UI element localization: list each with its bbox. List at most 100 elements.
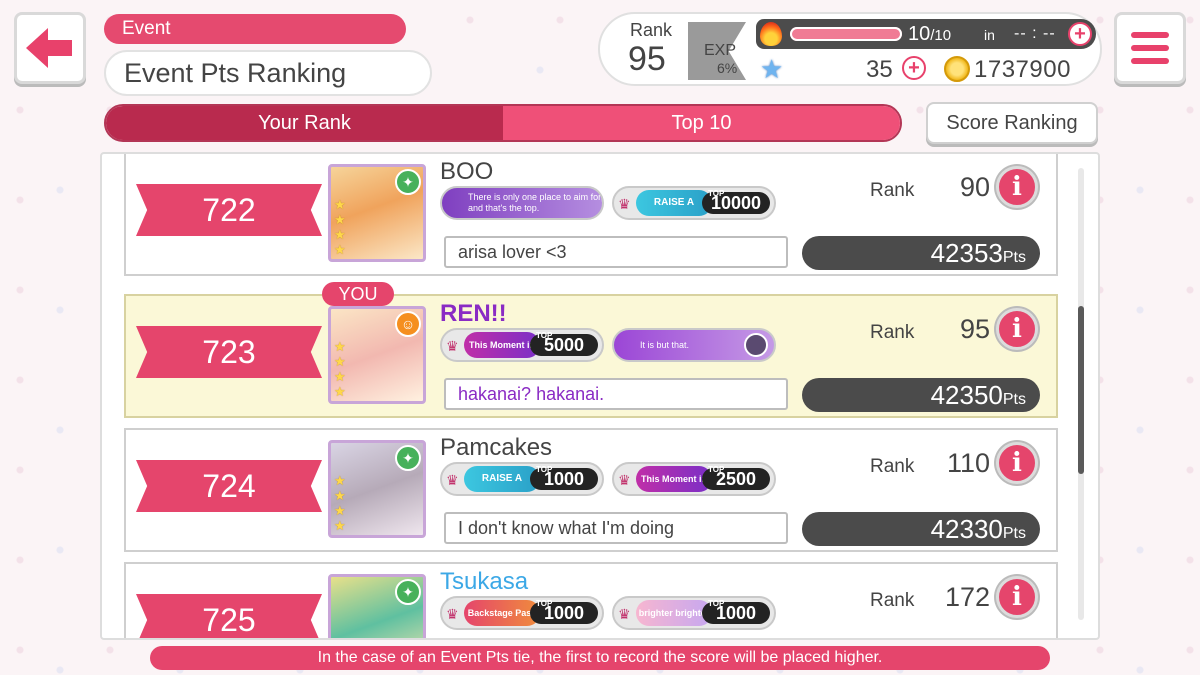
badge-banner: This Moment in My Heart (636, 466, 712, 492)
badge-top-label: TOP (708, 465, 725, 474)
star-count: 35 (866, 56, 893, 83)
stamina-count: 10/10 (908, 23, 951, 46)
coin-icon (944, 56, 970, 82)
stamina-fill (790, 27, 902, 41)
info-icon[interactable]: i (996, 442, 1038, 484)
place-ribbon: 723 (136, 326, 322, 378)
attribute-icon: ☺ (395, 311, 421, 337)
place-ribbon: 725 (136, 594, 322, 638)
attribute-icon: ✦ (395, 169, 421, 195)
rank-caption: Rank (870, 322, 915, 343)
rank-caption: Rank (870, 456, 915, 477)
you-badge: YOU (322, 282, 394, 306)
score-ranking-button[interactable]: Score Ranking (926, 102, 1098, 144)
player-name: BOO (440, 158, 494, 185)
badge-banner: Backstage Pass 3 (464, 600, 540, 626)
player-comment: arisa lover <3 (444, 236, 788, 268)
badge-top-label: TOP (536, 331, 553, 340)
tab-top-10[interactable]: Top 10 (503, 106, 900, 140)
event-tag: Event (104, 14, 406, 44)
title-badge: There is only one place to aim for, and … (440, 186, 604, 220)
hamburger-menu-icon (1131, 32, 1169, 38)
points-unit: Pts (1002, 391, 1026, 408)
coin-count: 1737900 (974, 56, 1071, 83)
title-badge: ♛ This Moment in My Heart TOP2500 (612, 462, 776, 496)
points-value: 42353 (930, 238, 1003, 268)
badge-score: TOP 5000 (530, 331, 598, 356)
tie-rule-note: In the case of an Event Pts tie, the fir… (150, 646, 1050, 670)
stamina-in-label: in (984, 27, 995, 43)
crown-icon: ♛ (618, 196, 631, 212)
info-icon[interactable]: i (996, 576, 1038, 618)
player-avatar[interactable]: ✦ ★ ★ ★ ★ (328, 440, 426, 538)
points-unit: Pts (1002, 249, 1026, 266)
badge-top-label: TOP (536, 599, 553, 608)
points-display: 42353Pts (802, 236, 1040, 270)
player-name: Pamcakes (440, 434, 553, 461)
menu-button[interactable] (1114, 12, 1186, 84)
ranking-tabs: Your Rank Top 10 (104, 104, 902, 142)
player-comment: hakanai? hakanai. (444, 378, 788, 410)
crown-icon: ♛ (446, 606, 459, 622)
player-name: REN!! (440, 300, 507, 327)
back-button[interactable] (14, 12, 86, 84)
star-icon: ★ (760, 54, 784, 84)
add-stamina-button[interactable]: + (1068, 22, 1092, 46)
hamburger-menu-icon (1131, 45, 1169, 51)
player-name: Tsukasa (440, 568, 529, 595)
title-badge: ♛ This Moment in My Heart TOP5000 (440, 328, 604, 362)
rarity-stars: ★ ★ ★ ★ (334, 197, 346, 257)
ranking-row: 722 ✦ ★ ★ ★ ★ BOO There is only one place t… (124, 154, 1058, 276)
info-icon[interactable]: i (996, 166, 1038, 208)
points-unit: Pts (1002, 525, 1026, 542)
ranking-row: 725 ✦ Tsukasa ♛ Backstage Pass 3 TOP1000… (124, 562, 1058, 638)
badge-score: TOP 1000 (530, 465, 598, 490)
points-value: 42350 (930, 380, 1003, 410)
rank-value: 95 (959, 314, 990, 344)
attribute-icon: ✦ (395, 445, 421, 471)
add-stars-button[interactable]: + (902, 56, 926, 80)
back-arrow-icon (26, 28, 72, 68)
flame-icon (760, 22, 782, 46)
page-title: Event Pts Ranking (104, 50, 432, 96)
place-ribbon: 722 (136, 184, 322, 236)
title-badge: ♛ RAISE A SUILEN TOP10000 (612, 186, 776, 220)
character-icon (744, 333, 768, 357)
badge-top-label: TOP (536, 465, 553, 474)
badge-text: There is only one place to aim for, and … (468, 192, 604, 213)
crown-icon: ♛ (446, 338, 459, 354)
badge-top-label: TOP (708, 189, 725, 198)
points-display: 42350Pts (802, 378, 1040, 412)
title-badge: It is but that. (612, 328, 776, 362)
points-display: 42330Pts (802, 512, 1040, 546)
scrollbar-thumb[interactable] (1078, 306, 1084, 474)
rank-value: 90 (959, 172, 990, 202)
rank-value: 172 (944, 582, 990, 612)
player-avatar[interactable]: ☺ ★ ★ ★ ★ (328, 306, 426, 404)
points-value: 42330 (930, 514, 1003, 544)
stamina-max: /10 (930, 27, 952, 44)
exp-label: EXP (704, 42, 737, 59)
rank-value: 110 (946, 448, 990, 478)
page-header: Event Event Pts Ranking (104, 14, 434, 96)
title-badge: ♛ Backstage Pass 3 TOP1000 (440, 596, 604, 630)
title-badge: ♛ brighter brighter TOP 1000 (612, 596, 776, 630)
info-icon[interactable]: i (996, 308, 1038, 350)
ranking-row: 724 ✦ ★★★★ Pamcakes ♛ RAISE A SUILEN TOP… (124, 428, 1058, 552)
badge-banner: This Moment in My Heart (464, 332, 540, 358)
badge-banner: RAISE A SUILEN (464, 466, 540, 492)
badge-top-label: TOP (708, 599, 725, 608)
badge-score: TOP 2500 (702, 465, 770, 490)
scrollbar[interactable] (1078, 168, 1084, 620)
player-avatar[interactable]: ✦ ★ ★ ★ ★ (328, 164, 426, 262)
ranking-list[interactable]: 722 ✦ ★ ★ ★ ★ BOO There is only one place t… (100, 152, 1100, 640)
hamburger-menu-icon (1131, 58, 1169, 64)
title-badge: ♛ RAISE A SUILEN TOP1000 (440, 462, 604, 496)
player-status: Rank 95 EXP 6% 10/10 in -- : -- + ★ 35 +… (598, 12, 1102, 86)
tab-your-rank[interactable]: Your Rank (106, 106, 503, 140)
rank-caption: Rank (870, 590, 915, 611)
player-rank-label: Rank (630, 20, 673, 40)
stamina-bar: 10/10 in -- : -- + (756, 19, 1096, 49)
player-avatar[interactable]: ✦ (328, 574, 426, 638)
badge-banner: RAISE A SUILEN (636, 190, 712, 216)
